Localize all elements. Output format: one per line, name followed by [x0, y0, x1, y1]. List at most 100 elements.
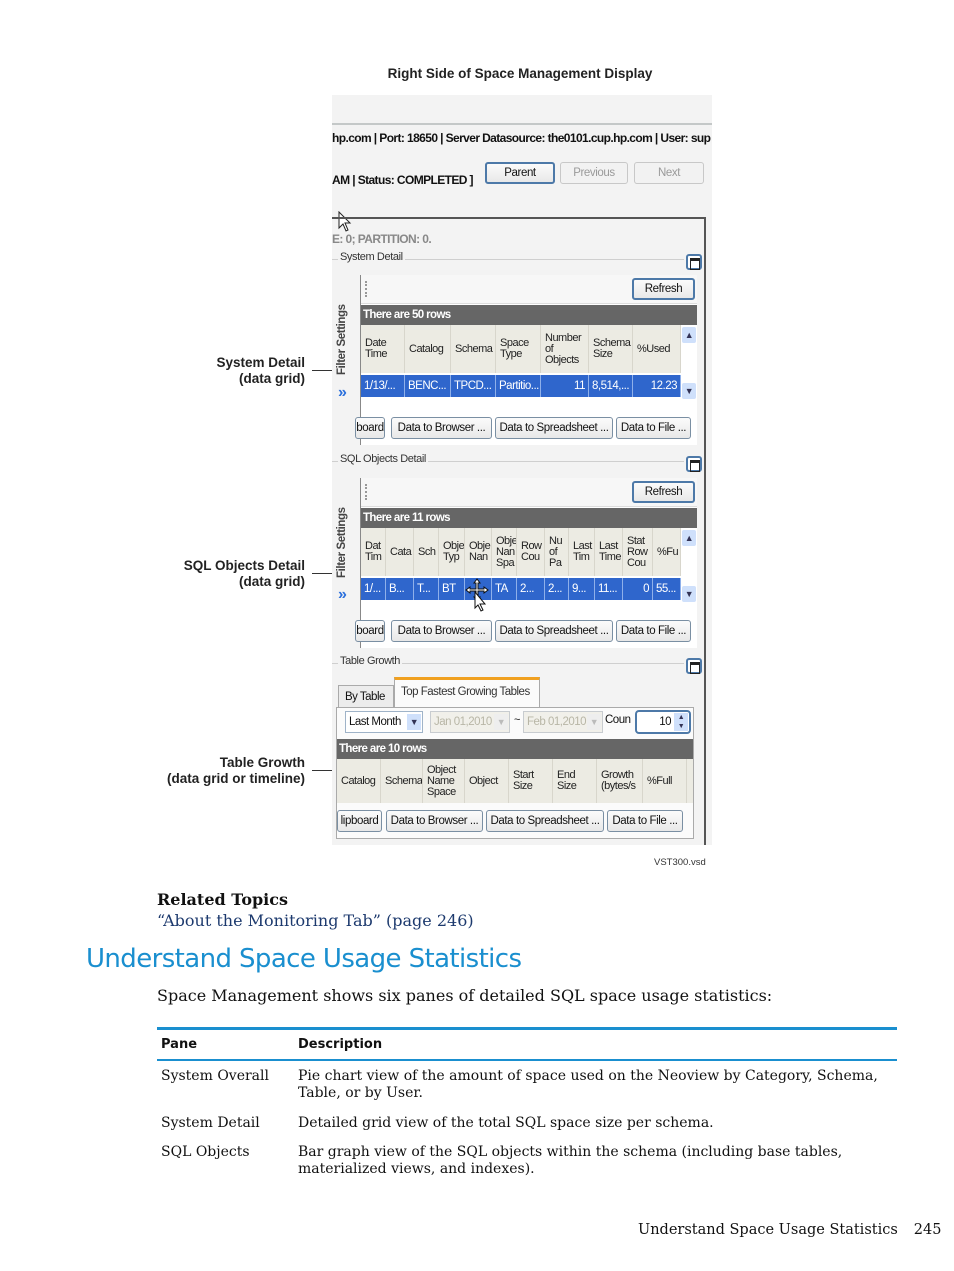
toolbar-grip-icon[interactable] [365, 484, 369, 500]
cell: 11... [595, 578, 623, 600]
refresh-button[interactable]: Refresh [632, 481, 695, 503]
column-header[interactable]: Stat Row Cou [623, 528, 653, 576]
table-row[interactable]: 1/13/... BENC... TPCD... Partitio... 11 … [361, 375, 681, 397]
column-header[interactable]: Catalog [337, 759, 381, 803]
expand-chevron-icon[interactable]: » [338, 384, 347, 402]
cell: BENC... [405, 375, 451, 397]
count-value: 10 [659, 716, 671, 728]
period-select[interactable]: Last Month ▼ [345, 711, 423, 733]
filter-settings-tab[interactable]: Filter Settings [336, 295, 356, 385]
callout-line2: (data grid or timeline) [166, 771, 305, 786]
data-to-file-button[interactable]: Data to File ... [616, 620, 691, 642]
next-button[interactable]: Next [634, 162, 704, 184]
end-date-value: Feb 01,2010 [527, 716, 587, 728]
column-header[interactable]: Space Type [496, 325, 541, 373]
row-count-bar: There are 10 rows [337, 739, 693, 759]
figure-file-label: VST300.vsd [654, 857, 706, 868]
refresh-button[interactable]: Refresh [632, 278, 695, 300]
chevron-down-icon[interactable]: ▼ [407, 714, 421, 730]
column-header[interactable]: Schema [381, 759, 423, 803]
grid-header: Catalog Schema Object Name Space Object … [337, 759, 693, 803]
data-to-browser-button[interactable]: Data to Browser ... [391, 620, 492, 642]
tab-top-fastest-growing-tables[interactable]: Top Fastest Growing Tables [394, 677, 540, 707]
vertical-scrollbar[interactable]: ▲ ▼ [682, 327, 696, 399]
table-growth-panel: By Table Top Fastest Growing Tables Last… [332, 677, 704, 845]
column-header[interactable]: Schema Size [589, 325, 633, 373]
data-to-spreadsheet-button[interactable]: Data to Spreadsheet ... [495, 620, 613, 642]
data-to-spreadsheet-button[interactable]: Data to Spreadsheet ... [495, 417, 613, 439]
column-header[interactable]: Nu of Pa [545, 528, 569, 576]
copy-to-clipboard-button[interactable]: board [355, 417, 385, 439]
vertical-scrollbar[interactable]: ▲ ▼ [682, 530, 696, 602]
divider [332, 123, 712, 125]
column-header[interactable]: Number of Objects [541, 325, 589, 373]
maximize-icon[interactable] [686, 658, 702, 674]
pane-description: Bar graph view of the SQL objects within… [298, 1144, 843, 1177]
column-header[interactable]: %Full [643, 759, 687, 803]
column-header[interactable]: End Size [553, 759, 597, 803]
data-to-file-button[interactable]: Data to File ... [616, 417, 691, 439]
toolbar-grip-icon[interactable] [365, 281, 369, 297]
column-header[interactable]: %Fu [653, 528, 681, 576]
column-header[interactable]: Date Time [361, 325, 405, 373]
period-value: Last Month [349, 716, 401, 728]
maximize-icon[interactable] [686, 254, 702, 270]
column-header[interactable]: Catalog [405, 325, 451, 373]
expand-chevron-icon[interactable]: » [338, 586, 347, 604]
column-header[interactable]: Schema [451, 325, 496, 373]
spin-up-down-icon[interactable]: ▲ ▼ [674, 713, 688, 731]
cell: 2... [545, 578, 569, 600]
column-header[interactable]: %Used [633, 325, 681, 373]
data-to-browser-button[interactable]: Data to Browser ... [386, 810, 483, 832]
column-header[interactable]: Obje Typ [439, 528, 465, 576]
column-header[interactable]: Last Tim [569, 528, 595, 576]
table-row: SQL Objects Bar graph view of the SQL ob… [157, 1144, 897, 1178]
chevron-down-icon: ▼ [494, 714, 508, 730]
table-header-pane: Pane [161, 1037, 198, 1052]
pane-name: System Detail [161, 1115, 260, 1131]
count-stepper[interactable]: 10 ▲ ▼ [635, 710, 691, 734]
related-topics-heading: Related Topics [157, 890, 289, 909]
data-to-file-button[interactable]: Data to File ... [607, 810, 683, 832]
cell: B... [386, 578, 414, 600]
column-header[interactable]: Dat Tim [361, 528, 386, 576]
tab-by-table[interactable]: By Table [338, 685, 394, 707]
scroll-up-icon[interactable]: ▲ [682, 327, 696, 343]
filter-settings-tab[interactable]: Filter Settings [336, 498, 356, 588]
scroll-down-icon[interactable]: ▼ [682, 383, 696, 399]
scroll-up-icon[interactable]: ▲ [682, 530, 696, 546]
cell: TPCD... [451, 375, 496, 397]
previous-button[interactable]: Previous [560, 162, 628, 184]
related-topic-link[interactable]: “About the Monitoring Tab” (page 246) [157, 911, 474, 930]
table-row[interactable]: 1/... B... T... BT TA 2... 2... 9... 11.… [361, 578, 681, 600]
column-header[interactable]: Object [465, 759, 509, 803]
column-header[interactable]: Start Size [509, 759, 553, 803]
maximize-icon[interactable] [686, 456, 702, 472]
column-header[interactable]: Cata [386, 528, 414, 576]
column-header[interactable]: Row Cou [517, 528, 545, 576]
parent-button[interactable]: Parent [485, 162, 555, 184]
column-header[interactable]: Object Name Space [423, 759, 465, 803]
start-date-select[interactable]: Jan 01,2010 ▼ [430, 711, 510, 733]
cell: 2... [517, 578, 545, 600]
scroll-down-icon[interactable]: ▼ [682, 586, 696, 602]
callout-line2: (data grid) [239, 371, 305, 386]
column-header[interactable]: Sch [414, 528, 439, 576]
cell: BT [439, 578, 465, 600]
column-header[interactable]: Last Time [595, 528, 623, 576]
end-date-select[interactable]: Feb 01,2010 ▼ [523, 711, 603, 733]
copy-to-clipboard-button[interactable]: board [355, 620, 385, 642]
column-header[interactable]: Growth (bytes/s [597, 759, 643, 803]
data-to-browser-button[interactable]: Data to Browser ... [391, 417, 492, 439]
page-number: 245 [913, 1222, 942, 1238]
space-management-screenshot: hp.com | Port: 18650 | Server Datasource… [332, 95, 712, 845]
copy-to-clipboard-button[interactable]: lipboard [337, 810, 382, 832]
sql-objects-grid: Refresh There are 11 rows Dat Tim Cata S… [355, 478, 697, 648]
column-header[interactable]: Obje Nan [465, 528, 492, 576]
callout-sql-objects-detail: SQL Objects Detail (data grid) [120, 558, 305, 590]
start-date-value: Jan 01,2010 [434, 716, 492, 728]
data-to-spreadsheet-button[interactable]: Data to Spreadsheet ... [486, 810, 604, 832]
table-header-row: Pane Description [157, 1030, 897, 1059]
cell: 55... [653, 578, 681, 600]
column-header[interactable]: Obje Nan Spa [492, 528, 517, 576]
